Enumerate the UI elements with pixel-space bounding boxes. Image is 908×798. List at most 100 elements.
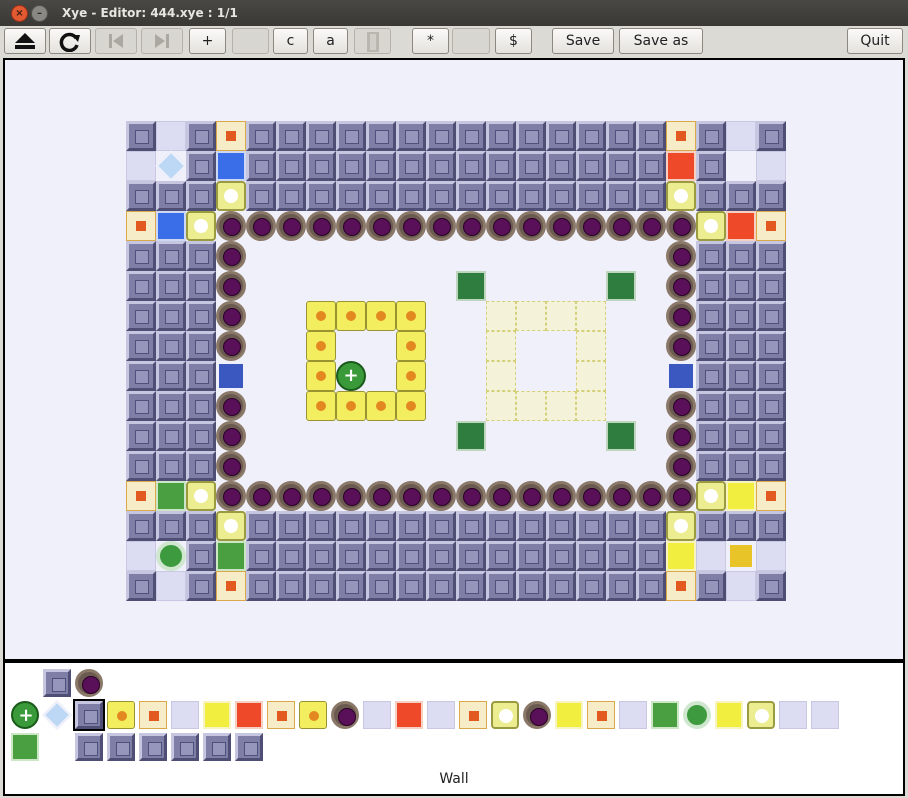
wall-tile[interactable] (126, 511, 156, 541)
minimize-window-button[interactable]: – (31, 5, 48, 22)
blue-block-tile[interactable] (216, 361, 246, 391)
wall-tile[interactable] (276, 181, 306, 211)
wall-tile[interactable] (156, 331, 186, 361)
wall-style-5-icon[interactable] (171, 733, 199, 761)
next-level-button[interactable] (141, 28, 183, 54)
wall-tile[interactable] (546, 121, 576, 151)
wall-tile[interactable] (156, 511, 186, 541)
wall-tile[interactable] (516, 151, 546, 181)
wall-tile[interactable] (156, 271, 186, 301)
wall-tile[interactable] (726, 511, 756, 541)
wall-tile[interactable] (306, 541, 336, 571)
red-gem-icon[interactable] (726, 151, 756, 181)
level-editor-canvas[interactable] (3, 58, 905, 661)
floor-tile[interactable] (726, 571, 756, 601)
green-wave-tile[interactable] (606, 421, 636, 451)
black-marked-tile[interactable] (666, 241, 696, 271)
yellow-block-tile[interactable] (396, 361, 426, 391)
wall-tile[interactable] (396, 511, 426, 541)
wall-tile[interactable] (636, 181, 666, 211)
wall-tile[interactable] (186, 451, 216, 481)
wall-tile[interactable] (546, 541, 576, 571)
c-button[interactable]: c (273, 28, 308, 54)
black-marked-tile[interactable] (336, 211, 366, 241)
lock-tool-icon[interactable] (427, 701, 455, 729)
wall-tile[interactable] (246, 181, 276, 211)
arrow-orange-tool-icon[interactable] (267, 701, 295, 729)
wall-tile[interactable] (276, 541, 306, 571)
black-marked-tile[interactable] (336, 481, 366, 511)
green-arrow-tool-icon[interactable] (651, 701, 679, 729)
wall-tile[interactable] (756, 241, 786, 271)
ghost-block-tile[interactable] (546, 391, 576, 421)
black-marked-tile[interactable] (216, 391, 246, 421)
a-button[interactable]: a (313, 28, 348, 54)
wall-tile[interactable] (756, 181, 786, 211)
wall-tile[interactable] (546, 181, 576, 211)
wall-tile[interactable] (486, 511, 516, 541)
wall-tile[interactable] (306, 511, 336, 541)
wall-style-1-icon[interactable] (43, 669, 71, 697)
black-marked-tile[interactable] (666, 331, 696, 361)
wall-tile[interactable] (576, 181, 606, 211)
black-marked-tile[interactable] (216, 211, 246, 241)
wall-tile[interactable] (126, 571, 156, 601)
gear-tool-icon[interactable] (523, 701, 551, 729)
wall-tile[interactable] (336, 121, 366, 151)
wall-tile[interactable] (186, 271, 216, 301)
yellow-block-tool-icon[interactable] (107, 701, 135, 729)
quit-button[interactable]: Quit (847, 28, 903, 54)
black-marked-tile[interactable] (216, 271, 246, 301)
wall-tile[interactable] (126, 361, 156, 391)
film-button[interactable] (354, 28, 391, 54)
wall-tile[interactable] (156, 181, 186, 211)
black-marked-tile[interactable] (306, 481, 336, 511)
yellow-ring-tile[interactable] (696, 481, 726, 511)
wall-tile[interactable] (126, 391, 156, 421)
wall-tile[interactable] (696, 421, 726, 451)
black-marked-tile[interactable] (576, 211, 606, 241)
wall-tile[interactable] (426, 121, 456, 151)
gem-tool-icon[interactable] (42, 700, 72, 730)
wall-tile[interactable] (186, 421, 216, 451)
wall-tile[interactable] (126, 181, 156, 211)
black-marked-tile[interactable] (396, 211, 426, 241)
wall-tile[interactable] (726, 361, 756, 391)
floor-tile[interactable] (126, 151, 156, 181)
wall-tile[interactable] (756, 121, 786, 151)
wall-tile[interactable] (516, 571, 546, 601)
yellow-block-tile[interactable] (306, 331, 336, 361)
wall-tile[interactable] (456, 181, 486, 211)
wall-tile[interactable] (186, 151, 216, 181)
ghost-block-tile[interactable] (576, 361, 606, 391)
wall-tile[interactable] (126, 121, 156, 151)
wall-tile[interactable] (246, 121, 276, 151)
black-marked-tile[interactable] (366, 211, 396, 241)
floor-tile[interactable] (156, 121, 186, 151)
wall-tile[interactable] (756, 571, 786, 601)
yellow-block-tile[interactable] (396, 391, 426, 421)
wall-tile[interactable] (336, 151, 366, 181)
black-marked-tile[interactable] (276, 481, 306, 511)
wall-tile[interactable] (456, 121, 486, 151)
black-marked-tile[interactable] (666, 301, 696, 331)
green-square-tile[interactable] (156, 481, 186, 511)
wall-tile[interactable] (126, 451, 156, 481)
wall-tile[interactable] (396, 181, 426, 211)
black-marked-tile[interactable] (546, 481, 576, 511)
wall-tile[interactable] (546, 571, 576, 601)
black-marked-tile[interactable] (666, 271, 696, 301)
black-marked-tile[interactable] (246, 211, 276, 241)
ghost-block-tile[interactable] (516, 301, 546, 331)
floor-tile[interactable] (156, 571, 186, 601)
wall-tile[interactable] (126, 331, 156, 361)
wall-tool-icon[interactable] (73, 699, 105, 731)
wall-tile[interactable] (366, 121, 396, 151)
diamond-gem-icon[interactable] (155, 150, 187, 182)
white-spiral-tool-icon[interactable] (747, 701, 775, 729)
wall-tile[interactable] (396, 541, 426, 571)
wall-tile[interactable] (726, 451, 756, 481)
wall-tile[interactable] (426, 511, 456, 541)
yellow-ring-tile[interactable] (666, 181, 696, 211)
green-square-tile[interactable] (216, 541, 246, 571)
